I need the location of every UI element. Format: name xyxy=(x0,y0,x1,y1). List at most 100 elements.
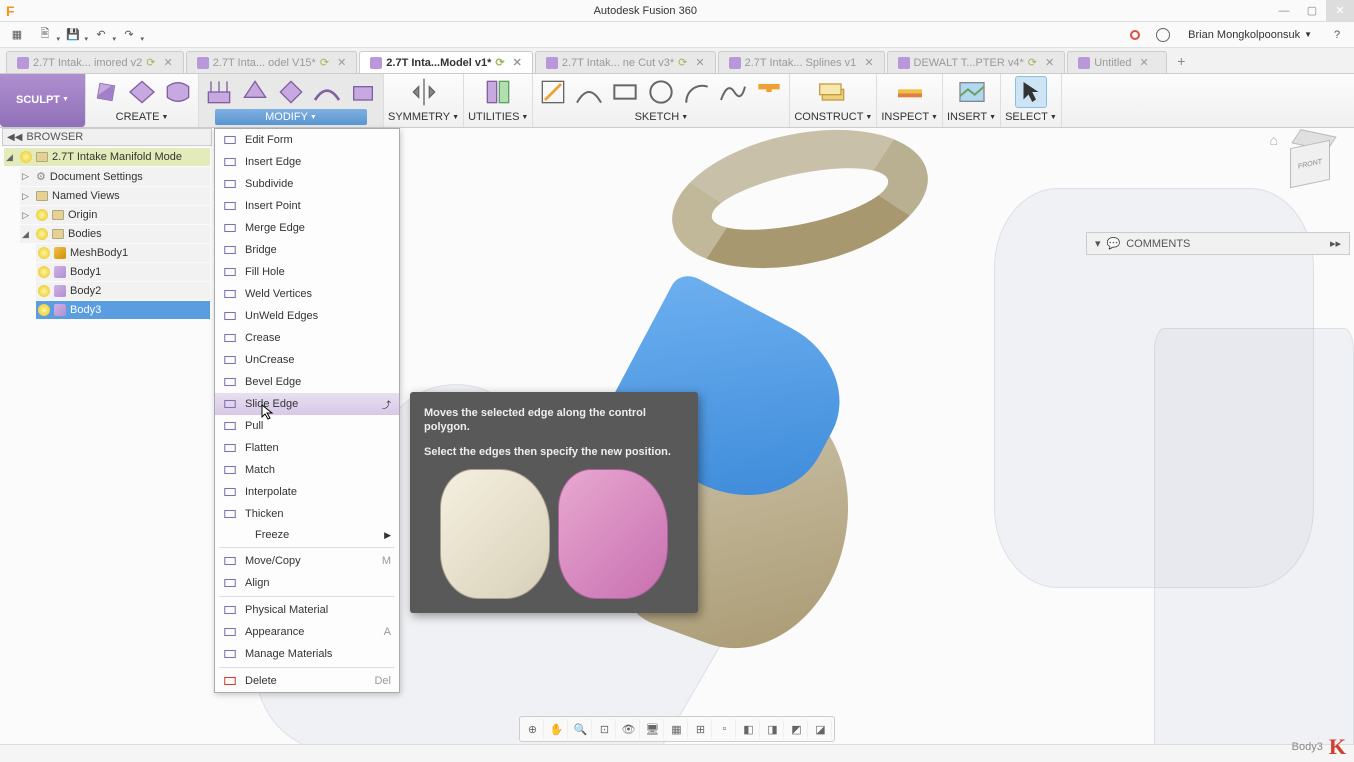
maximize-button[interactable]: ▢ xyxy=(1298,0,1326,22)
sketch-icon-1[interactable] xyxy=(537,76,569,108)
tree-item-named-views[interactable]: ▷Named Views xyxy=(20,187,210,205)
modify-icon-1[interactable] xyxy=(203,76,235,108)
tab-close-icon[interactable]: ✕ xyxy=(1045,56,1054,69)
menu-item-physical-material[interactable]: Physical Material xyxy=(215,599,399,621)
bulb-icon[interactable] xyxy=(36,209,48,221)
sketch-line-icon[interactable] xyxy=(573,76,605,108)
tab-close-icon[interactable]: ✕ xyxy=(1140,56,1149,69)
menu-item-freeze[interactable]: Freeze▶ xyxy=(215,525,399,545)
menu-item-edit-form[interactable]: Edit Form xyxy=(215,129,399,151)
menu-item-interpolate[interactable]: Interpolate xyxy=(215,481,399,503)
pin-icon[interactable]: ⤴ xyxy=(382,398,391,411)
close-button[interactable]: ✕ xyxy=(1326,0,1354,22)
file-icon[interactable]: 🖹▾ xyxy=(34,25,56,45)
symmetry-icon[interactable] xyxy=(408,76,440,108)
menu-item-bridge[interactable]: Bridge xyxy=(215,239,399,261)
display-icon[interactable]: 🖥 xyxy=(642,719,664,739)
menu-item-delete[interactable]: DeleteDel xyxy=(215,670,399,692)
clock-icon[interactable] xyxy=(1152,25,1174,45)
tree-item-body[interactable]: Body1 xyxy=(36,263,210,281)
tab-close-icon[interactable]: ✕ xyxy=(864,56,873,69)
modify-icon-2[interactable] xyxy=(239,76,271,108)
view-icon-4[interactable]: ◪ xyxy=(810,719,832,739)
bulb-icon[interactable] xyxy=(38,266,50,278)
insert-icon[interactable] xyxy=(956,76,988,108)
bulb-icon[interactable] xyxy=(38,304,50,316)
refresh-icon[interactable]: ⟳ xyxy=(678,56,687,69)
sketch-circle-icon[interactable] xyxy=(645,76,677,108)
menu-item-merge-edge[interactable]: Merge Edge xyxy=(215,217,399,239)
grid-icon[interactable]: ▦ xyxy=(6,25,28,45)
tree-item-origin[interactable]: ▷Origin xyxy=(20,206,210,224)
tree-item-body[interactable]: Body2 xyxy=(36,282,210,300)
tab-close-icon[interactable]: ✕ xyxy=(695,56,704,69)
user-menu[interactable]: Brian Mongkolpoonsuk ▼ xyxy=(1180,29,1320,41)
doc-tab[interactable]: 2.7T Intak... Splines v1✕ xyxy=(718,51,885,73)
doc-tab[interactable]: Untitled✕ xyxy=(1067,51,1167,73)
doc-tab[interactable]: 2.7T Intak... ne Cut v3*⟳✕ xyxy=(535,51,716,73)
fit-icon[interactable]: ⊡ xyxy=(594,719,616,739)
sketch-arc-icon[interactable] xyxy=(681,76,713,108)
browser-collapse-icon[interactable]: ◀◀ xyxy=(7,132,22,143)
menu-item-align[interactable]: Align xyxy=(215,572,399,594)
pan-icon[interactable]: ✋ xyxy=(546,719,568,739)
menu-item-match[interactable]: Match xyxy=(215,459,399,481)
tree-root[interactable]: ◢2.7T Intake Manifold Mode xyxy=(4,148,210,166)
menu-item-slide-edge[interactable]: Slide Edge⤴ xyxy=(215,393,399,415)
record-icon[interactable] xyxy=(1124,25,1146,45)
menu-item-insert-edge[interactable]: Insert Edge xyxy=(215,151,399,173)
inspect-icon[interactable] xyxy=(894,76,926,108)
sketch-text-icon[interactable] xyxy=(753,76,785,108)
browser-header[interactable]: ◀◀ BROWSER xyxy=(2,128,212,146)
undo-icon[interactable]: ↶▾ xyxy=(90,25,112,45)
menu-item-weld-vertices[interactable]: Weld Vertices xyxy=(215,283,399,305)
chevron-down-icon[interactable]: ▾ xyxy=(1095,237,1101,250)
doc-tab[interactable]: 2.7T Inta... odel V15*⟳✕ xyxy=(186,51,358,73)
menu-item-subdivide[interactable]: Subdivide xyxy=(215,173,399,195)
orbit-icon[interactable]: ⊕ xyxy=(522,719,544,739)
tab-close-icon[interactable]: ✕ xyxy=(337,56,346,69)
modify-icon-3[interactable] xyxy=(275,76,307,108)
doc-tab[interactable]: 2.7T Inta...Model v1*⟳✕ xyxy=(359,51,533,73)
menu-item-unweld-edges[interactable]: UnWeld Edges xyxy=(215,305,399,327)
refresh-icon[interactable]: ⟳ xyxy=(1028,56,1037,69)
minimize-button[interactable]: — xyxy=(1270,0,1298,22)
tab-close-icon[interactable]: ✕ xyxy=(513,56,522,69)
sketch-spline-icon[interactable] xyxy=(717,76,749,108)
workspace-switcher[interactable]: SCULPT▼ xyxy=(0,74,86,127)
menu-item-insert-point[interactable]: Insert Point xyxy=(215,195,399,217)
viewcube-home-icon[interactable]: ⌂ xyxy=(1270,132,1278,148)
minimize-icon[interactable]: ▸▸ xyxy=(1330,237,1341,250)
tab-close-icon[interactable]: ✕ xyxy=(163,56,172,69)
layout-icon[interactable]: ▦ xyxy=(666,719,688,739)
utilities-icon[interactable] xyxy=(482,76,514,108)
doc-tab[interactable]: DEWALT T...PTER v4*⟳✕ xyxy=(887,51,1066,73)
view-icon-3[interactable]: ◩ xyxy=(786,719,808,739)
menu-item-crease[interactable]: Crease xyxy=(215,327,399,349)
modify-icon-4[interactable] xyxy=(311,76,343,108)
grid-display-icon[interactable]: ⊞ xyxy=(690,719,712,739)
comments-panel[interactable]: ▾ 💬 COMMENTS ▸▸ xyxy=(1086,232,1350,255)
create-cylinder-icon[interactable] xyxy=(162,76,194,108)
menu-item-fill-hole[interactable]: Fill Hole xyxy=(215,261,399,283)
menu-item-pull[interactable]: Pull xyxy=(215,415,399,437)
tree-item-doc-settings[interactable]: ▷⚙Document Settings xyxy=(20,167,210,186)
zoom-icon[interactable]: 🔍 xyxy=(570,719,592,739)
refresh-icon[interactable]: ⟳ xyxy=(495,56,504,69)
new-tab-button[interactable]: + xyxy=(1169,49,1193,73)
bulb-icon[interactable] xyxy=(38,285,50,297)
bulb-icon[interactable] xyxy=(20,151,32,163)
snap-icon[interactable]: ▫ xyxy=(714,719,736,739)
ribbon-modify-dropdown[interactable]: MODIFY▼ xyxy=(215,109,367,125)
modify-icon-5[interactable] xyxy=(347,76,379,108)
viewcube-face[interactable]: FRONT xyxy=(1290,140,1330,189)
menu-item-uncrease[interactable]: UnCrease xyxy=(215,349,399,371)
menu-item-flatten[interactable]: Flatten xyxy=(215,437,399,459)
menu-item-appearance[interactable]: AppearanceA xyxy=(215,621,399,643)
tree-item-body[interactable]: Body3 xyxy=(36,301,210,319)
tree-item-bodies[interactable]: ◢Bodies xyxy=(20,225,210,243)
create-plane-icon[interactable] xyxy=(126,76,158,108)
create-box-icon[interactable] xyxy=(90,76,122,108)
menu-item-thicken[interactable]: Thicken xyxy=(215,503,399,525)
menu-item-manage-materials[interactable]: Manage Materials xyxy=(215,643,399,665)
